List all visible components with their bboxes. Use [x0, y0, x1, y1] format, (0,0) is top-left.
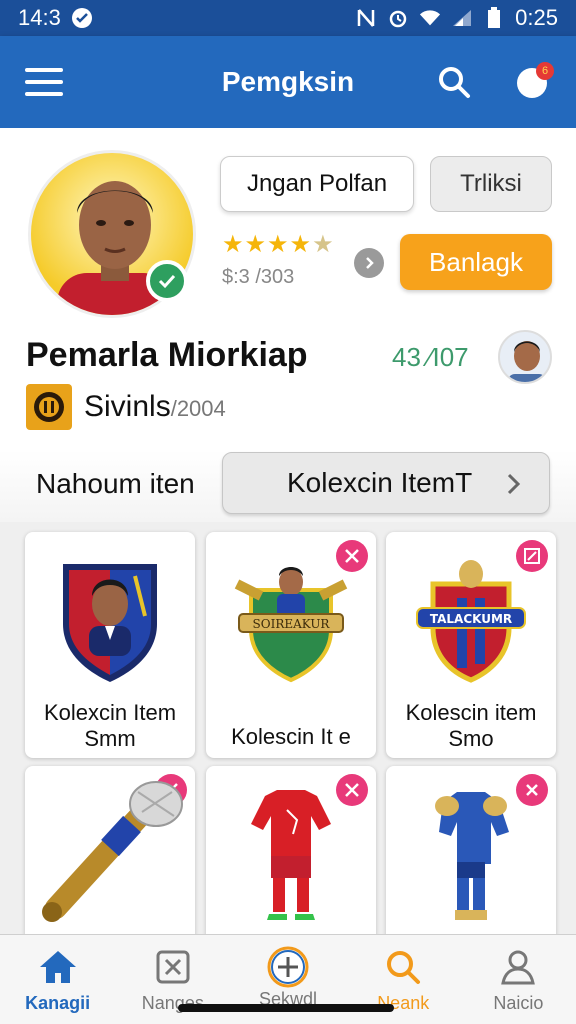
crest-banner-text: TALACKUMR [430, 612, 512, 626]
item-card[interactable]: SOIREAKUR Kolescin It e [206, 532, 376, 758]
club-logo-icon [26, 384, 72, 430]
item-card[interactable]: TALACKUMR Kolescin item Smo [386, 532, 556, 758]
secondary-action-button[interactable]: Trliksi [430, 156, 552, 212]
rating-stars: ★★★★★ [222, 230, 335, 259]
item-card[interactable] [206, 766, 376, 934]
knight-crest-image: TALACKUMR [386, 544, 556, 694]
small-avatar[interactable] [498, 330, 552, 384]
armor-kit-image [386, 776, 556, 926]
item-label: Kolescin item Smo [405, 700, 537, 751]
home-indicator[interactable] [178, 1004, 394, 1012]
club-name: Sivinls/2004 [84, 390, 226, 424]
primary-action-button[interactable]: Banlagk [400, 234, 552, 290]
microphone-item-image [25, 776, 195, 926]
chevron-right-icon [507, 473, 521, 495]
item-grid: Kolexcin Item Smm SOIREAKUR Kolescin It … [0, 522, 576, 934]
search-icon [387, 951, 421, 984]
player-profile: Jngan Polfan Trliksi ★★★★★ $:3 /303 Banl… [0, 128, 576, 488]
notifications-button[interactable]: 6 [510, 60, 554, 104]
alarm-icon [387, 7, 409, 29]
club-year: /2004 [170, 396, 226, 421]
box-close-icon [156, 950, 190, 984]
item-card[interactable] [386, 766, 556, 934]
user-icon [501, 950, 536, 985]
hamburger-icon [25, 68, 63, 96]
item-card[interactable] [25, 766, 195, 934]
red-kit-image [206, 776, 376, 926]
player-count: 43 ⁄I07 [392, 342, 469, 372]
menu-button[interactable] [22, 60, 66, 104]
price-text: $:3 /303 [222, 266, 295, 288]
follow-button[interactable]: Jngan Polfan [220, 156, 414, 212]
shield-emblem-image [25, 544, 195, 694]
nfc-icon [355, 7, 377, 29]
status-clock: 0:25 [515, 5, 558, 30]
app-bar: Pemgksin 6 [0, 36, 576, 128]
wifi-icon [419, 7, 441, 29]
item-label: Kolescin It e [231, 724, 351, 749]
filter-row: Nahoum iten Kolexcin ItemT [0, 450, 576, 522]
nav-home-label: Kanagii [25, 993, 91, 1013]
rating-full-stars: ★★★★ [222, 231, 313, 258]
search-button[interactable] [432, 60, 476, 104]
nav-profile[interactable]: Naicio [461, 935, 576, 1024]
status-bar: 14:3 0:25 [0, 0, 576, 36]
home-icon [39, 951, 76, 983]
item-label: Kolexcin Item Smm [43, 700, 177, 751]
filter-label: Nahoum iten [36, 468, 195, 499]
signal-icon [451, 7, 473, 29]
notification-badge: 6 [536, 62, 554, 80]
player-name: Pemarla Miorkiap [26, 336, 308, 374]
collection-dropdown[interactable]: Kolexcin ItemT [222, 452, 550, 514]
nav-home[interactable]: Kanagii [0, 935, 115, 1024]
status-time: 14:3 [18, 5, 61, 30]
nav-profile-label: Naicio [493, 993, 544, 1013]
item-card[interactable]: Kolexcin Item Smm [25, 532, 195, 758]
search-icon [439, 67, 470, 98]
app-notification-icon [71, 7, 93, 29]
crest-banner-text: SOIREAKUR [253, 617, 331, 631]
add-circle-icon [267, 946, 309, 988]
dropdown-value: Kolexcin ItemT [287, 467, 473, 498]
rating-half-star: ★ [312, 231, 335, 258]
chevron-right-icon[interactable] [354, 248, 384, 278]
verified-check-icon [146, 260, 188, 302]
battery-icon [483, 7, 505, 29]
crest-emblem-image: SOIREAKUR [206, 544, 376, 694]
club-name-text: Sivinls [84, 390, 171, 423]
